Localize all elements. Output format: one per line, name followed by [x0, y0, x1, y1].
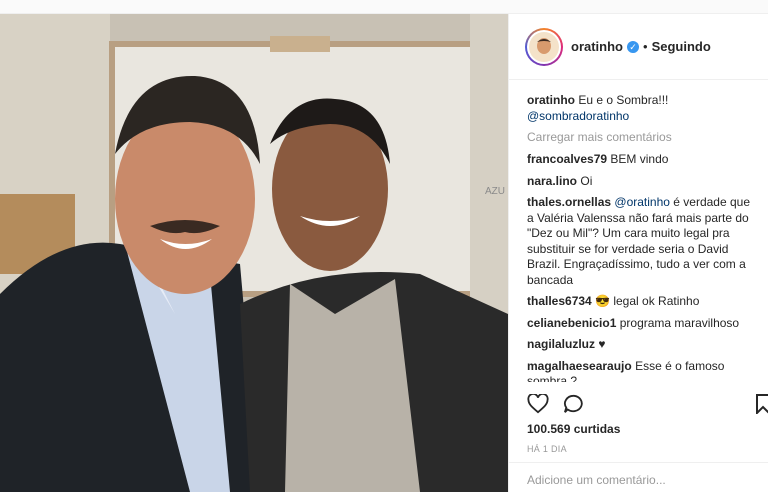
comment-item: francoalves79 BEM vindo: [527, 152, 750, 168]
heart-icon[interactable]: [527, 394, 549, 414]
post-sidebar: oratinho ✓ • Seguindo oratinho Eu e o So…: [508, 14, 768, 492]
separator-dot: •: [643, 39, 648, 54]
comment-text: programa maravilhoso: [619, 315, 740, 330]
comment-text: BEM vindo: [610, 152, 669, 166]
comment-item: nara.lino Oi: [527, 174, 750, 190]
comment-username[interactable]: francoalves79: [527, 152, 607, 166]
comment-item: thales.ornellas @oratinho é verdade que …: [527, 195, 750, 288]
comment-username[interactable]: nagilaluzluz: [527, 337, 595, 351]
caption-username[interactable]: oratinho: [527, 93, 575, 107]
comments-list: oratinho Eu e o Sombra!!! @sombradoratin…: [509, 80, 768, 382]
comment-username[interactable]: celianebenicio1: [527, 316, 616, 330]
likes-count[interactable]: 100.569 curtidas: [527, 422, 620, 436]
post-photo[interactable]: AZU: [0, 14, 508, 492]
svg-text:AZU: AZU: [485, 186, 505, 197]
comment-username[interactable]: thalles6734: [527, 294, 592, 308]
selfie-illustration: AZU: [0, 14, 508, 492]
comment-item: magalhaesearaujo Esse é o famoso sombra …: [527, 359, 750, 383]
avatar-image-icon: [529, 31, 559, 62]
following-button[interactable]: Seguindo: [652, 39, 711, 54]
comment-mention[interactable]: @oratinho: [614, 195, 670, 209]
post-timestamp: HÁ 1 DIA: [527, 444, 567, 454]
comment-text: Oi: [580, 173, 593, 188]
comment-username[interactable]: nara.lino: [527, 174, 577, 188]
caption: oratinho Eu e o Sombra!!! @sombradoratin…: [527, 93, 750, 124]
caption-mention[interactable]: @sombradoratinho: [527, 109, 629, 123]
comment-item: celianebenicio1 programa maravilhoso: [527, 316, 750, 332]
comment-text: 😎 legal ok Ratinho: [595, 294, 700, 308]
verified-badge-icon: ✓: [627, 40, 639, 53]
avatar[interactable]: [525, 27, 563, 66]
comment-username[interactable]: magalhaesearaujo: [527, 359, 632, 373]
add-comment-input[interactable]: Adicione um comentário...: [509, 462, 768, 492]
header-username[interactable]: oratinho: [571, 39, 623, 54]
browser-top-strip: [0, 0, 768, 14]
post-actions: [527, 394, 585, 414]
load-more-comments[interactable]: Carregar mais comentários: [527, 130, 750, 144]
comment-item: thalles6734 😎 legal ok Ratinho: [527, 294, 750, 310]
bookmark-icon[interactable]: [755, 394, 768, 414]
caption-text: Eu e o Sombra!!!: [578, 93, 669, 107]
comment-item: nagilaluzluz ♥: [527, 337, 750, 353]
comment-username[interactable]: thales.ornellas: [527, 195, 611, 209]
post-header: oratinho ✓ • Seguindo: [509, 14, 768, 80]
comment-text: ♥: [598, 337, 606, 351]
comment-icon[interactable]: [563, 394, 585, 414]
